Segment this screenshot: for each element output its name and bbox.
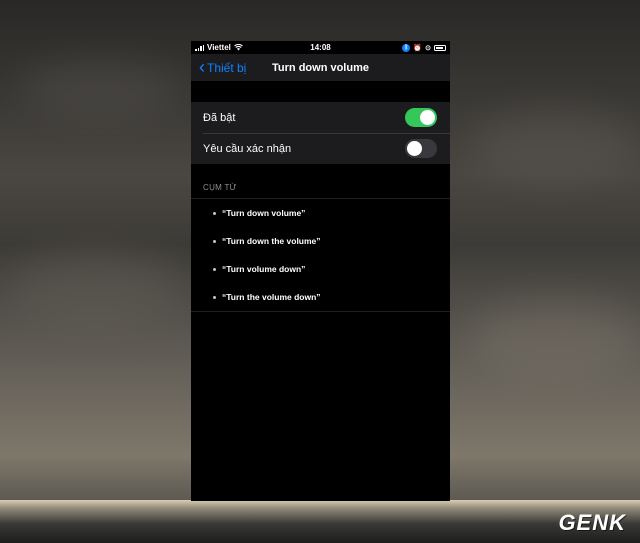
phrases-header: CỤM TỪ (191, 164, 450, 199)
status-right: ᛒ ⏰ ⊙ (402, 43, 446, 52)
chevron-left-icon: ‹ (199, 56, 205, 77)
enabled-label: Đã bật (203, 111, 236, 124)
section-spacer (191, 81, 450, 102)
list-item: “Turn the volume down” (191, 283, 450, 311)
bullet-icon (213, 239, 216, 243)
phrase-list: “Turn down volume” “Turn down the volume… (191, 199, 450, 312)
back-button[interactable]: ‹ Thiết bị (191, 56, 247, 77)
phrase-text: “Turn volume down” (222, 264, 306, 274)
enabled-toggle[interactable] (405, 108, 437, 127)
settings-group: Đã bật Yêu cầu xác nhận (191, 102, 450, 164)
phrase-text: “Turn down the volume” (222, 236, 321, 246)
list-divider (191, 311, 450, 312)
confirm-toggle[interactable] (405, 139, 437, 158)
list-item: “Turn down the volume” (191, 227, 450, 255)
confirm-row: Yêu cầu xác nhận (191, 133, 450, 164)
phrase-text: “Turn the volume down” (222, 292, 321, 302)
list-item: “Turn volume down” (191, 255, 450, 283)
navigation-bar: ‹ Thiết bị Turn down volume (191, 54, 450, 81)
enabled-row: Đã bật (191, 102, 450, 133)
bullet-icon (213, 267, 216, 271)
background-cloud (470, 110, 640, 180)
battery-icon (434, 44, 446, 51)
genk-logo: GENK (558, 510, 626, 535)
back-label: Thiết bị (207, 60, 247, 75)
bullet-icon (213, 295, 216, 299)
phrase-text: “Turn down volume” (222, 208, 306, 218)
bullet-icon (213, 211, 216, 215)
phone-screen: Viettel 14:08 ᛒ ⏰ ⊙ ‹ Thiết bị Turn down… (191, 41, 450, 501)
background-cloud (470, 300, 640, 380)
alarm-icon: ⏰ (413, 44, 423, 52)
status-bar: Viettel 14:08 ᛒ ⏰ ⊙ (191, 41, 450, 54)
rotation-lock-icon: ⊙ (425, 44, 431, 52)
sea-background (0, 500, 640, 543)
bluetooth-icon: ᛒ (402, 43, 411, 52)
background-cloud (20, 60, 180, 120)
background-cloud (10, 250, 180, 330)
list-item: “Turn down volume” (191, 199, 450, 227)
confirm-label: Yêu cầu xác nhận (203, 142, 292, 155)
